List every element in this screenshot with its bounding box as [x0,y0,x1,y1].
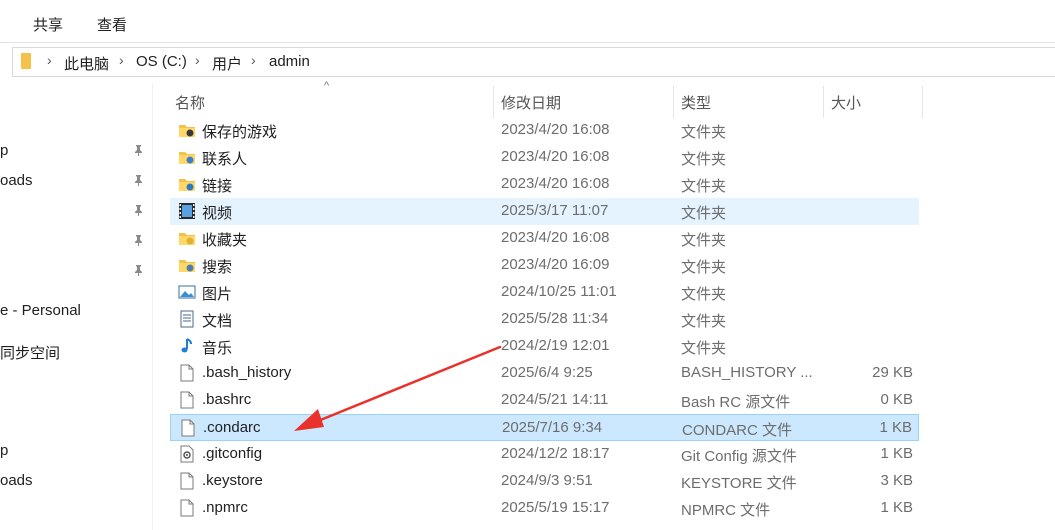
annotation-arrow-icon [294,345,502,431]
